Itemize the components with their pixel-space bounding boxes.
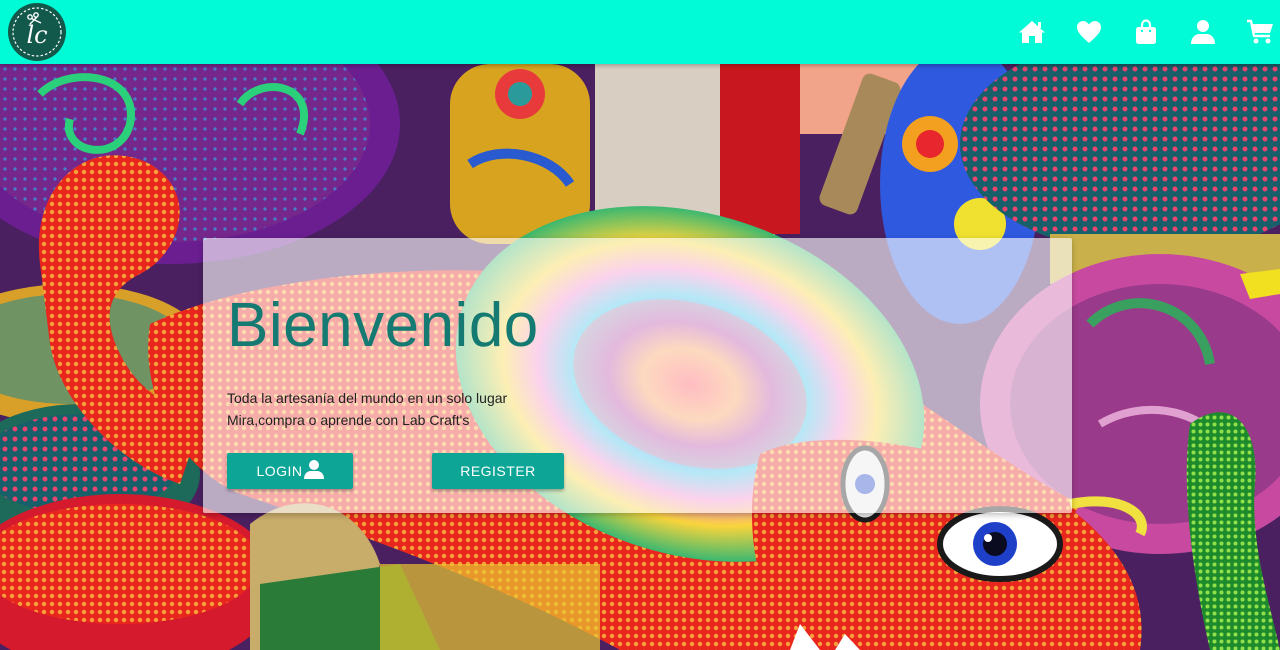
welcome-title: Bienvenido xyxy=(227,291,539,360)
user-icon xyxy=(303,460,324,479)
register-button[interactable]: REGISTER xyxy=(432,453,564,489)
home-icon[interactable] xyxy=(1018,18,1046,46)
cart-icon[interactable] xyxy=(1246,18,1274,46)
nav-icon-group xyxy=(989,18,1274,46)
top-navbar: lc xyxy=(0,0,1280,64)
login-button[interactable]: LOGIN xyxy=(227,453,353,489)
login-button-label: LOGIN xyxy=(256,463,303,479)
heart-icon[interactable] xyxy=(1075,18,1103,46)
tagline-line-2: Mira,compra o aprende con Lab Craft's xyxy=(227,412,470,428)
shopping-bag-icon[interactable] xyxy=(1132,18,1160,46)
user-icon[interactable] xyxy=(1189,18,1217,46)
welcome-card: Bienvenido Toda la artesanía del mundo e… xyxy=(203,238,1072,513)
tagline-line-1: Toda la artesanía del mundo en un solo l… xyxy=(227,390,508,406)
svg-text:lc: lc xyxy=(26,21,47,49)
register-button-label: REGISTER xyxy=(460,463,536,479)
lc-logo-icon[interactable]: lc xyxy=(8,3,66,61)
